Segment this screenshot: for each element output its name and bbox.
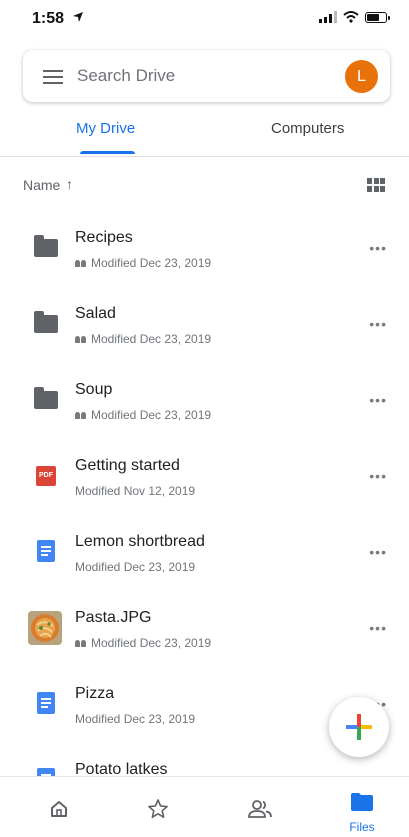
- tab-bar: My Drive Computers: [0, 110, 409, 157]
- google-doc-icon: [37, 692, 55, 714]
- file-name: Recipes: [75, 229, 133, 246]
- file-name: Salad: [75, 305, 116, 322]
- search-bar[interactable]: Search Drive L: [23, 50, 390, 102]
- file-modified: Modified Dec 23, 2019: [91, 408, 212, 422]
- more-options-button[interactable]: •••: [369, 392, 387, 408]
- file-name: Pizza: [75, 685, 115, 702]
- sort-direction-icon[interactable]: ↑: [66, 176, 73, 192]
- shared-icon: [75, 259, 86, 267]
- more-options-button[interactable]: •••: [369, 544, 387, 560]
- file-modified: Modified Dec 23, 2019: [91, 332, 212, 346]
- file-name: Pasta.JPG: [75, 609, 152, 626]
- home-icon: [51, 801, 67, 817]
- more-options-button[interactable]: •••: [369, 468, 387, 484]
- nav-shared[interactable]: [225, 777, 295, 837]
- new-item-fab[interactable]: [329, 697, 389, 757]
- shared-people-icon: [248, 800, 272, 818]
- nav-home[interactable]: [24, 777, 94, 837]
- shared-folder-icon: [34, 311, 58, 333]
- star-icon: [148, 799, 168, 818]
- file-modified: Modified Dec 23, 2019: [91, 256, 212, 270]
- shared-folder-icon: [34, 235, 58, 257]
- sort-by-name-button[interactable]: Name: [23, 177, 60, 193]
- search-input[interactable]: Search Drive: [77, 66, 175, 86]
- shared-folder-icon: [34, 387, 58, 409]
- list-item[interactable]: Recipes Modified Dec 23, 2019 •••: [0, 210, 409, 286]
- list-item[interactable]: Salad Modified Dec 23, 2019 •••: [0, 286, 409, 362]
- file-name: Soup: [75, 381, 113, 398]
- more-options-button[interactable]: •••: [369, 316, 387, 332]
- list-item[interactable]: Pasta.JPG Modified Dec 23, 2019 •••: [0, 590, 409, 666]
- account-avatar[interactable]: L: [345, 60, 378, 93]
- file-modified: Modified Dec 23, 2019: [75, 560, 196, 574]
- signal-icon: [319, 11, 337, 23]
- file-name: Getting started: [75, 457, 180, 474]
- file-modified: Modified Dec 23, 2019: [91, 636, 212, 650]
- hamburger-menu-icon[interactable]: [43, 70, 63, 84]
- grid-view-icon[interactable]: [367, 178, 385, 192]
- pdf-file-icon: PDF: [36, 466, 56, 486]
- more-options-button[interactable]: •••: [369, 240, 387, 256]
- status-time: 1:58: [32, 10, 65, 27]
- location-arrow-icon: [73, 12, 83, 22]
- list-item[interactable]: PDF Getting started Modified Nov 12, 201…: [0, 438, 409, 514]
- file-modified: Modified Dec 23, 2019: [75, 712, 196, 726]
- wifi-icon: [343, 11, 359, 23]
- nav-starred[interactable]: [123, 777, 193, 837]
- file-name: Lemon shortbread: [75, 533, 205, 550]
- tab-my-drive[interactable]: My Drive: [76, 120, 135, 137]
- shared-icon: [75, 335, 86, 343]
- tab-computers[interactable]: Computers: [271, 120, 344, 137]
- bottom-navigation: Files: [0, 776, 409, 837]
- google-doc-icon: [37, 540, 55, 562]
- nav-files[interactable]: Files: [327, 777, 397, 837]
- files-folder-icon: [351, 793, 373, 811]
- list-item[interactable]: Soup Modified Dec 23, 2019 •••: [0, 362, 409, 438]
- more-options-button[interactable]: •••: [369, 620, 387, 636]
- plus-icon: [346, 714, 372, 740]
- image-thumbnail: [28, 611, 62, 645]
- list-item[interactable]: Lemon shortbread Modified Dec 23, 2019 •…: [0, 514, 409, 590]
- sort-row: Name ↑: [0, 168, 409, 202]
- file-modified: Modified Nov 12, 2019: [75, 484, 196, 498]
- nav-files-label: Files: [349, 820, 375, 834]
- tab-selected-indicator: [80, 151, 135, 154]
- shared-icon: [75, 411, 86, 419]
- shared-icon: [75, 639, 86, 647]
- battery-icon: [365, 11, 390, 23]
- status-bar: 1:58: [0, 0, 409, 40]
